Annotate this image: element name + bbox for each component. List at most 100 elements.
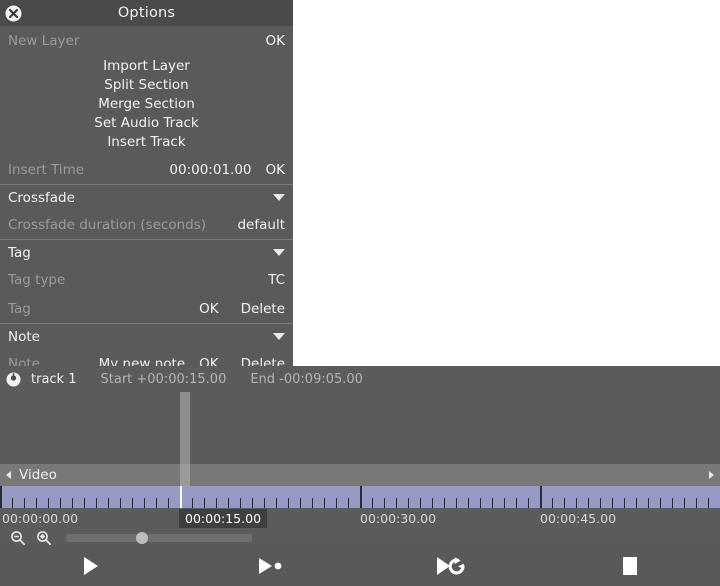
- new-layer-row: New Layer OK: [0, 26, 293, 55]
- playhead-marker[interactable]: [180, 392, 190, 464]
- ruler-tick: [72, 498, 73, 508]
- ruler-tick: [324, 498, 325, 508]
- new-layer-ok-button[interactable]: OK: [266, 33, 285, 49]
- new-layer-input[interactable]: New Layer: [8, 33, 79, 49]
- video-band-label: Video: [19, 467, 57, 483]
- video-band-row[interactable]: Video: [0, 464, 720, 486]
- ruler-tick: [216, 498, 217, 508]
- playhead-marker-band: [180, 464, 190, 486]
- section-title-tag: Tag: [8, 244, 31, 261]
- zoom-slider-handle[interactable]: [136, 531, 148, 544]
- ruler-tick: [204, 498, 205, 508]
- loop-play-button[interactable]: [360, 545, 540, 586]
- ruler-tick: [684, 498, 685, 508]
- ruler-tick: [228, 498, 229, 508]
- ruler-tick: [60, 498, 61, 508]
- tag-type-value[interactable]: TC: [268, 272, 285, 288]
- ruler-tick: [252, 498, 253, 508]
- tag-ok-button[interactable]: OK: [199, 301, 218, 317]
- ruler-tick: [144, 498, 145, 508]
- section-header-crossfade[interactable]: Crossfade: [0, 184, 293, 210]
- ruler-tick: [24, 498, 25, 508]
- section-header-note[interactable]: Note: [0, 323, 293, 349]
- section-title-crossfade: Crossfade: [8, 189, 75, 206]
- ruler-tick: [372, 498, 373, 508]
- note-delete-button[interactable]: Delete: [241, 356, 285, 367]
- note-ok-button[interactable]: OK: [199, 356, 218, 367]
- ruler-tick: [480, 498, 481, 508]
- note-label: Note: [8, 355, 40, 367]
- timeline: 00:00:00.00 00:00:30.00 00:00:45.00 00:00:1…: [0, 486, 720, 545]
- transport-bar: [0, 545, 720, 586]
- timecode-label: 00:00:45.00: [540, 511, 617, 526]
- ruler-tick-major: [0, 486, 2, 508]
- arrow-right-icon[interactable]: [709, 471, 714, 479]
- ruler-tick: [576, 498, 577, 508]
- arrow-left-icon[interactable]: [6, 471, 11, 479]
- ruler-tick: [120, 498, 121, 508]
- ruler-tick: [12, 498, 13, 508]
- crossfade-duration-input[interactable]: default: [237, 217, 285, 233]
- ruler-tick: [108, 498, 109, 508]
- ruler-tick: [36, 498, 37, 508]
- ruler-tick: [348, 498, 349, 508]
- track-visibility-icon[interactable]: [3, 369, 23, 389]
- track-header: track 1 Start +00:00:15.00 End -00:09:05…: [0, 366, 720, 392]
- zoom-slider[interactable]: [66, 531, 252, 544]
- ruler-tick: [192, 498, 193, 508]
- ruler-tick-major: [540, 486, 542, 508]
- options-dialog: Options New Layer OK Import Layer Split …: [0, 0, 293, 366]
- ruler-playhead[interactable]: [180, 486, 182, 508]
- ruler-tick: [408, 498, 409, 508]
- play-button[interactable]: [0, 545, 180, 586]
- note-value-row: Note My new note OK Delete: [0, 349, 293, 367]
- tag-delete-button[interactable]: Delete: [241, 301, 285, 317]
- track-name[interactable]: track 1: [31, 372, 77, 387]
- ruler-tick: [132, 498, 133, 508]
- ruler-tick: [516, 498, 517, 508]
- menu-item-import-layer[interactable]: Import Layer: [0, 57, 293, 76]
- ruler-tick: [276, 498, 277, 508]
- chevron-down-icon[interactable]: [273, 194, 285, 201]
- menu-item-split-section[interactable]: Split Section: [0, 76, 293, 95]
- insert-time-label: Insert Time: [8, 161, 85, 178]
- dialog-title: Options: [117, 5, 176, 21]
- current-timecode-badge: 00:00:15.00: [179, 509, 268, 528]
- ruler-tick: [528, 498, 529, 508]
- section-header-tag[interactable]: Tag: [0, 239, 293, 265]
- note-input[interactable]: My new note: [99, 356, 186, 367]
- crossfade-duration-row: Crossfade duration (seconds) default: [0, 210, 293, 239]
- dialog-titlebar: Options: [0, 0, 293, 26]
- close-circle-icon[interactable]: [2, 2, 24, 24]
- ruler-tick: [708, 498, 709, 508]
- ruler-tick: [168, 498, 169, 508]
- ruler-tick: [564, 498, 565, 508]
- chevron-down-icon[interactable]: [273, 333, 285, 340]
- insert-time-ok-button[interactable]: OK: [266, 162, 285, 178]
- menu-item-insert-track[interactable]: Insert Track: [0, 133, 293, 152]
- chevron-down-icon[interactable]: [273, 249, 285, 256]
- crossfade-duration-label: Crossfade duration (seconds): [8, 216, 207, 233]
- timecode-label: 00:00:30.00: [360, 511, 437, 526]
- ruler-tick: [420, 498, 421, 508]
- ruler-tick: [624, 498, 625, 508]
- ruler-tick: [336, 498, 337, 508]
- ruler-tick: [156, 498, 157, 508]
- ruler-tick: [636, 498, 637, 508]
- ruler-tick: [696, 498, 697, 508]
- menu-item-merge-section[interactable]: Merge Section: [0, 95, 293, 114]
- stop-button[interactable]: [540, 545, 720, 586]
- ruler-tick: [48, 498, 49, 508]
- track-start-label: Start +00:00:15.00: [100, 371, 227, 387]
- track-body[interactable]: [0, 392, 720, 464]
- ruler-tick: [240, 498, 241, 508]
- track-area: track 1 Start +00:00:15.00 End -00:09:05…: [0, 366, 720, 486]
- play-to-marker-button[interactable]: [180, 545, 360, 586]
- insert-time-row: Insert Time 00:00:01.00 OK: [0, 155, 293, 184]
- ruler-tick: [648, 498, 649, 508]
- tag-type-label: Tag type: [8, 271, 66, 288]
- track-end-label: End -00:09:05.00: [250, 371, 363, 387]
- insert-time-input[interactable]: 00:00:01.00: [169, 162, 251, 178]
- timeline-ruler[interactable]: [0, 486, 720, 508]
- menu-item-set-audio-track[interactable]: Set Audio Track: [0, 114, 293, 133]
